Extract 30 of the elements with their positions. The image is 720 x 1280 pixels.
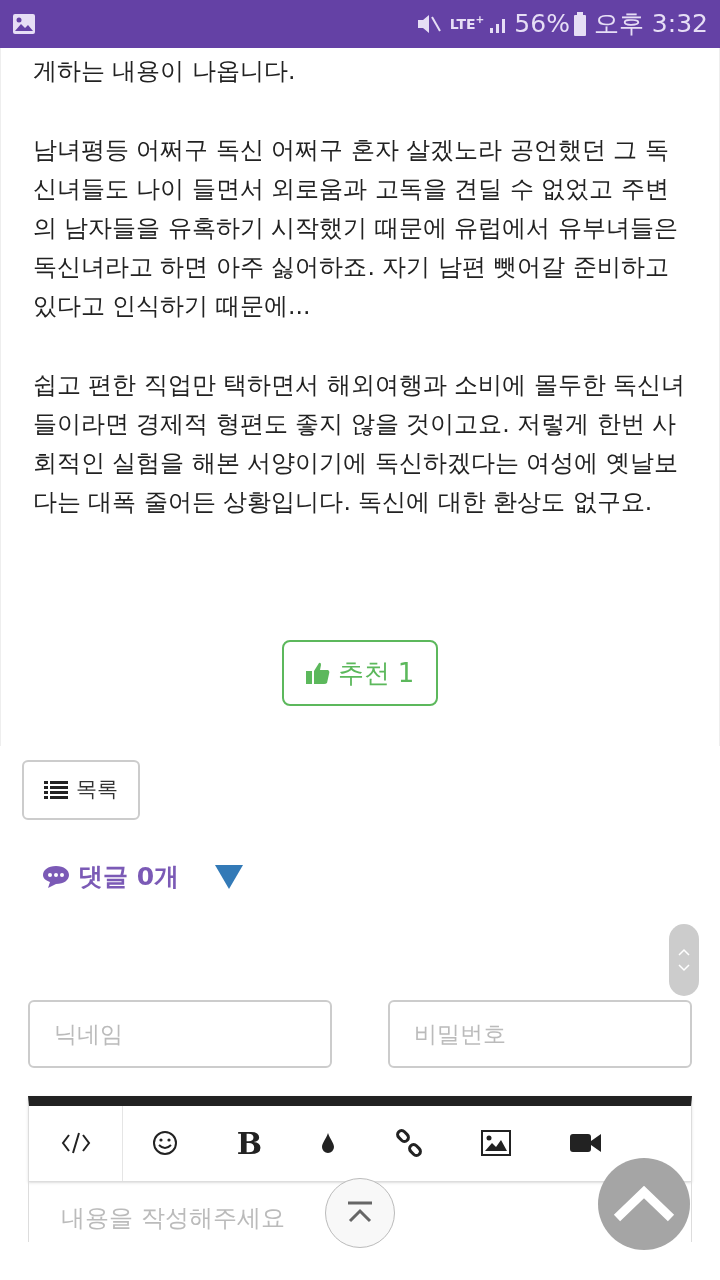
code-icon[interactable]	[60, 1131, 91, 1155]
list-button[interactable]: 목록	[22, 760, 140, 820]
network-label: LTE$^{+}$	[449, 13, 485, 34]
caret-down-icon[interactable]	[215, 864, 244, 889]
image-icon[interactable]	[481, 1130, 512, 1156]
chevron-up-icon	[613, 1186, 675, 1222]
article-paragraph: 쉽고 편한 직업만 택하면서 해외여행과 소비에 몰두한 독신녀들이라면 경제적 형편도 좋지 않을 것이고요. 저렇게 한번 사회적인 실험을 해본 서양이기에 독신하겠다는 여성에 옛날보다는 대폭 줄어든 상황입니다. 독신에 대한 환상도 없구요.	[33, 370, 687, 518]
scroll-top-icon	[345, 1201, 375, 1225]
list-icon	[44, 781, 68, 799]
bold-button[interactable]: B	[236, 1120, 262, 1166]
article-paragraph: 게하는 내용이 나옵니다.	[33, 56, 297, 87]
picture-icon	[12, 13, 36, 35]
content-field[interactable]: 내용을 작성해주세요	[28, 1181, 692, 1242]
mute-icon	[415, 13, 442, 35]
droplet-icon[interactable]	[320, 1131, 337, 1155]
clock-time: 오후 3:32	[593, 8, 708, 41]
chevron-up-icon	[678, 948, 690, 956]
scroll-handle[interactable]	[669, 924, 699, 996]
battery-icon	[573, 12, 586, 36]
chevron-down-icon	[678, 964, 690, 972]
battery-percent: 56%	[514, 8, 570, 41]
nickname-field[interactable]: 닉네임	[28, 999, 332, 1068]
link-icon[interactable]	[394, 1129, 423, 1157]
thumbs-up-icon	[305, 661, 330, 685]
password-field[interactable]: 비밀번호	[388, 999, 692, 1068]
video-camera-icon[interactable]	[569, 1132, 602, 1154]
smiley-icon[interactable]	[152, 1130, 179, 1156]
speech-bubble-icon	[42, 864, 70, 889]
comments-toggle[interactable]: 댓글 0개	[42, 858, 180, 896]
article-paragraph: 남녀평등 어쩌구 독신 어쩌구 혼자 살겠노라 공언했던 그 독신녀들도 나이 들면서 외로움과 고독을 견딜 수 없었고 주변의 남자들을 유혹하기 시작했기 때문에 유럽에서 유부녀들은 독신녀라고 하면 아주 싫어하죠. 자기 남편 뺏어갈 준비하고 있다고 인식하기 때문에...	[33, 135, 679, 322]
